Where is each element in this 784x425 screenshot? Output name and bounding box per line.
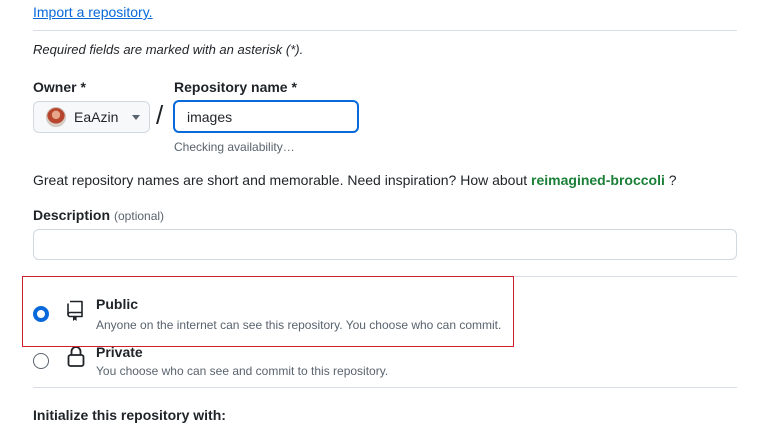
- owner-dropdown[interactable]: EaAzin: [33, 101, 150, 133]
- optional-tag: (optional): [114, 209, 165, 223]
- private-radio[interactable]: [33, 353, 49, 369]
- required-fields-note: Required fields are marked with an aster…: [33, 42, 304, 57]
- suggestion-text: Great repository names are short and mem…: [33, 172, 528, 188]
- repository-name-label: Repository name *: [174, 79, 297, 95]
- description-label: Description (optional): [33, 207, 164, 223]
- highlight-box: [22, 276, 514, 347]
- description-input[interactable]: [33, 229, 737, 260]
- caret-down-icon: [132, 114, 141, 120]
- initialize-label: Initialize this repository with:: [33, 407, 226, 423]
- owner-label: Owner *: [33, 79, 86, 95]
- private-description: You choose who can see and commit to thi…: [96, 364, 389, 378]
- suggested-name-link[interactable]: reimagined-broccoli: [531, 172, 665, 188]
- avatar: [46, 107, 66, 127]
- lock-icon: [66, 344, 86, 373]
- suggestion-end: ?: [668, 172, 677, 188]
- owner-name: EaAzin: [74, 109, 119, 125]
- repository-name-input[interactable]: [173, 100, 359, 133]
- description-label-text: Description: [33, 207, 111, 223]
- divider: [33, 387, 737, 388]
- owner-repo-separator: /: [156, 100, 164, 130]
- import-repository-link[interactable]: Import a repository.: [33, 4, 153, 20]
- availability-status: Checking availability…: [174, 140, 295, 154]
- name-suggestion: Great repository names are short and mem…: [33, 172, 677, 188]
- divider: [33, 30, 737, 31]
